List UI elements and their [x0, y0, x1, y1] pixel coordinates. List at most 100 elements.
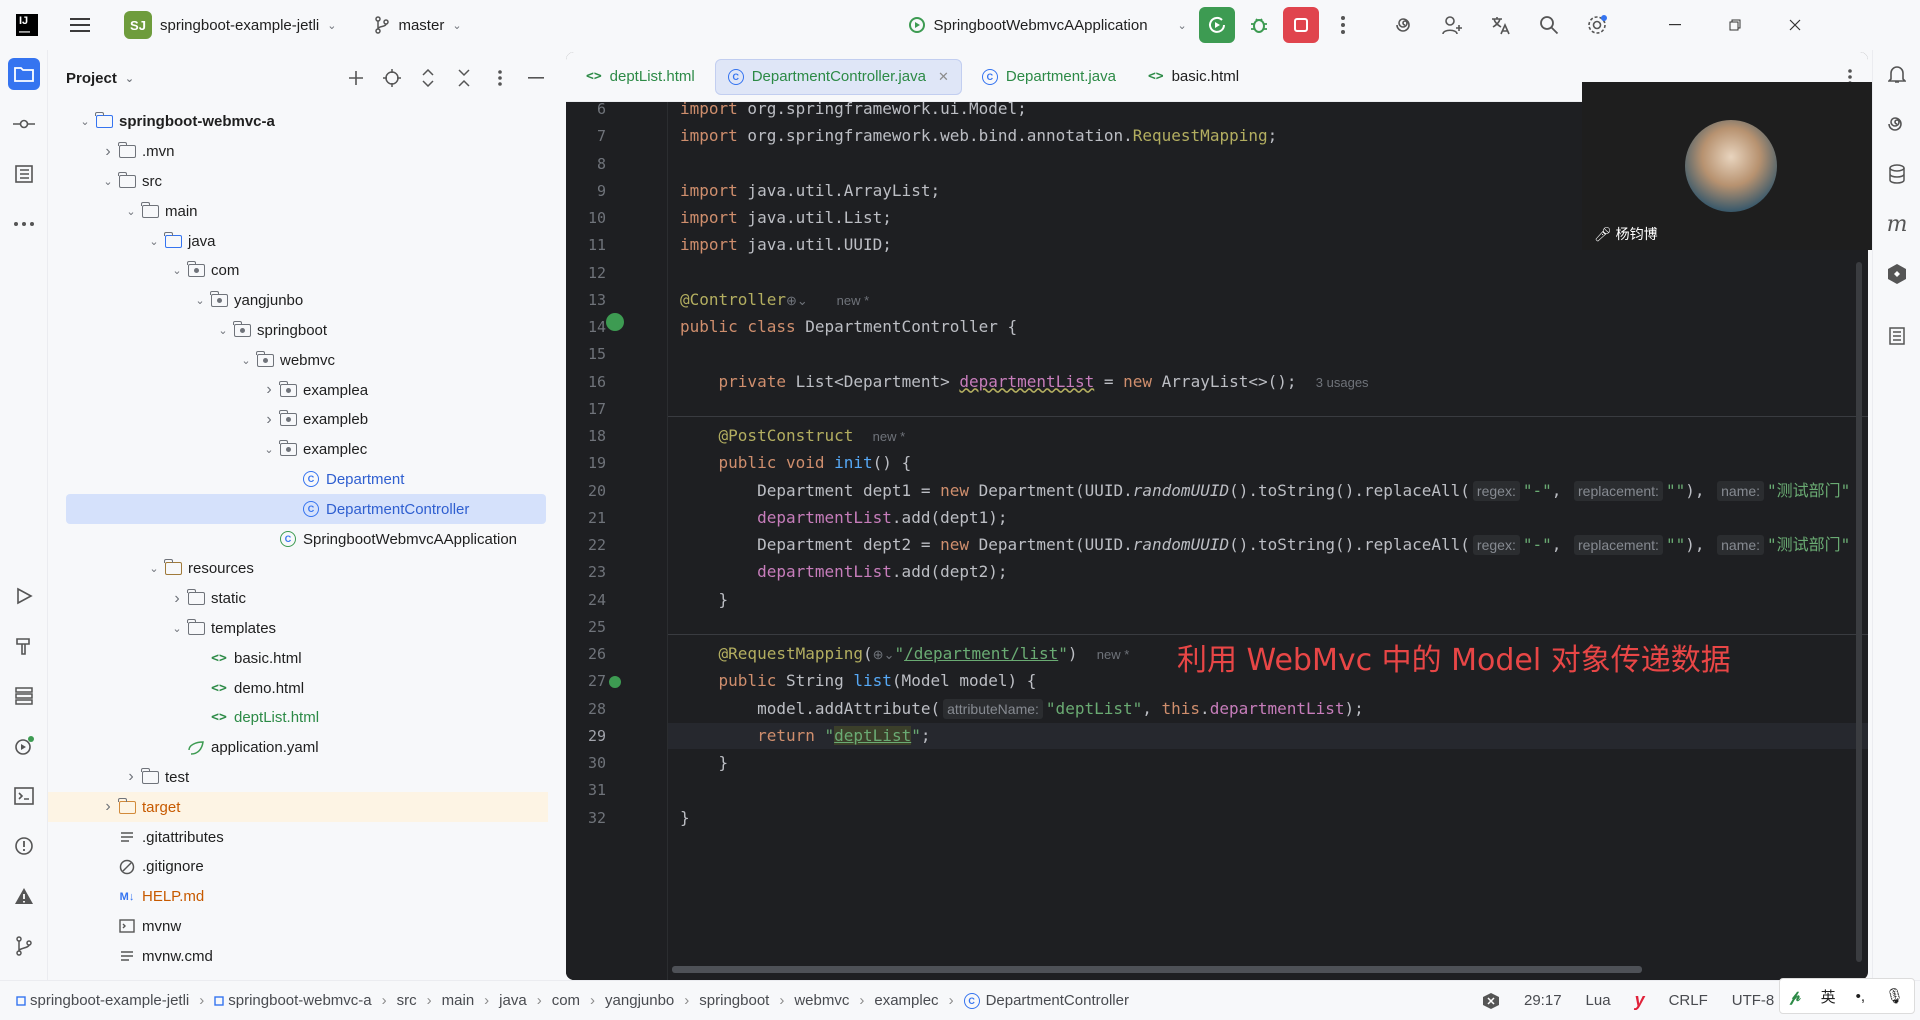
code-line[interactable]: departmentList.add(dept1);	[680, 505, 1868, 531]
structure-tool-button[interactable]	[8, 158, 40, 190]
spring-bean-gutter-icon[interactable]	[606, 313, 624, 331]
breadcrumb-item[interactable]: main	[442, 992, 475, 1009]
breadcrumb-item[interactable]: springboot-webmvc-a	[228, 992, 371, 1009]
chevron-down-icon[interactable]: ⌄	[125, 72, 134, 85]
chevron-down-icon[interactable]: ⌄	[145, 562, 163, 575]
add-user-button[interactable]	[1435, 7, 1471, 43]
chevron-down-icon[interactable]: ⌄	[145, 235, 163, 248]
project-switcher[interactable]: SJ springboot-example-jetli ⌄	[116, 7, 344, 43]
tree-item[interactable]: ⌄ src	[48, 167, 548, 197]
tree-item[interactable]: ⌄ com	[48, 256, 548, 286]
select-opened-file-button[interactable]	[378, 64, 406, 92]
close-window-button[interactable]	[1765, 0, 1825, 50]
tree-item[interactable]: <> basic.html	[48, 643, 548, 673]
profiler-tool-button[interactable]	[8, 730, 40, 762]
ai-assistant-button[interactable]	[1387, 7, 1423, 43]
code-line[interactable]: Department dept1 = new Department(UUID.r…	[680, 478, 1868, 504]
chevron-right-icon[interactable]: ›	[99, 143, 117, 161]
main-menu-icon[interactable]	[62, 7, 98, 43]
code-line[interactable]: return "deptList";	[680, 723, 1868, 749]
chevron-down-icon[interactable]: ⌄	[260, 443, 278, 456]
more-actions-button[interactable]	[1325, 7, 1361, 43]
chevron-down-icon[interactable]: ⌄	[191, 294, 209, 307]
project-panel-title[interactable]: Project	[66, 70, 117, 87]
tree-item[interactable]: ⌄ springboot	[48, 316, 548, 346]
plugin-button[interactable]	[1881, 258, 1913, 290]
y-plugin-icon[interactable]: y	[1635, 990, 1645, 1011]
problems-tool-button[interactable]	[8, 830, 40, 862]
code-line[interactable]: Department dept2 = new Department(UUID.r…	[680, 532, 1868, 558]
tree-item[interactable]: ⌄ springboot-webmvc-a	[48, 107, 548, 137]
branch-switcher[interactable]: master ⌄	[366, 7, 469, 43]
tree-item[interactable]: › .mvn	[48, 137, 548, 167]
tree-item[interactable]: ⌄ yangjunbo	[48, 286, 548, 316]
tree-item[interactable]: <> deptList.html	[48, 703, 548, 733]
tree-item[interactable]: ⌄ resources	[48, 554, 548, 584]
search-button[interactable]	[1531, 7, 1567, 43]
file-language[interactable]: Lua	[1586, 992, 1611, 1009]
tree-item[interactable]: › test	[48, 763, 548, 793]
settings-button[interactable]	[1579, 7, 1615, 43]
chevron-right-icon[interactable]: ›	[260, 411, 278, 429]
tree-item[interactable]: application.yaml	[48, 733, 548, 763]
code-line[interactable]: @Controller⊕⌄ new *	[680, 287, 1868, 313]
maximize-button[interactable]	[1705, 0, 1765, 50]
tree-item[interactable]: ⌄ examplec	[48, 435, 548, 465]
chevron-down-icon[interactable]: ⌄	[168, 622, 186, 635]
chevron-down-icon[interactable]: ⌄	[122, 205, 140, 218]
git-tool-button[interactable]	[8, 930, 40, 962]
app-logo-icon[interactable]: IJ —	[16, 14, 38, 38]
editor-tab[interactable]: <> basic.html	[1136, 59, 1251, 95]
code-line[interactable]: }	[680, 750, 1868, 776]
services-tool-button[interactable]	[8, 680, 40, 712]
code-line[interactable]	[680, 341, 1868, 367]
breadcrumb-item[interactable]: src	[397, 992, 417, 1009]
ai-chat-button[interactable]	[1881, 108, 1913, 140]
code-line[interactable]: departmentList.add(dept2);	[680, 559, 1868, 585]
debug-button[interactable]	[1241, 7, 1277, 43]
code-line[interactable]: model.addAttribute(attributeName: "deptLi…	[680, 696, 1868, 722]
new-file-button[interactable]	[342, 64, 370, 92]
file-encoding[interactable]: UTF-8	[1732, 992, 1775, 1009]
translate-button[interactable]	[1483, 7, 1519, 43]
code-line[interactable]	[680, 777, 1868, 803]
panel-options-button[interactable]	[486, 64, 514, 92]
spring-mapping-gutter-icon[interactable]	[606, 673, 624, 691]
endpoints-button[interactable]	[1881, 320, 1913, 352]
breadcrumb-item[interactable]: java	[499, 992, 527, 1009]
tree-item[interactable]: mvnw	[48, 912, 548, 942]
chevron-down-icon[interactable]: ⌄	[214, 324, 232, 337]
more-tools-button[interactable]	[8, 208, 40, 240]
breadcrumb-item[interactable]: springboot-example-jetli	[30, 992, 189, 1009]
code-line[interactable]: public class DepartmentController {	[680, 314, 1868, 340]
breadcrumb-item[interactable]: DepartmentController	[986, 992, 1129, 1009]
close-tab-icon[interactable]: ✕	[938, 69, 949, 85]
breadcrumb-item[interactable]: examplec	[874, 992, 938, 1009]
tree-item[interactable]: C Department	[48, 465, 548, 495]
notifications-button[interactable]	[1881, 58, 1913, 90]
chevron-down-icon[interactable]: ⌄	[237, 354, 255, 367]
tree-item[interactable]: › target	[48, 792, 548, 823]
tree-item[interactable]: › exampleb	[48, 405, 548, 435]
tree-item[interactable]: mvnw.cmd	[48, 941, 548, 971]
run-tool-button[interactable]	[8, 580, 40, 612]
terminal-tool-button[interactable]	[8, 780, 40, 812]
project-tool-button[interactable]	[8, 58, 40, 90]
tree-item[interactable]: › examplea	[48, 375, 548, 405]
rerun-button[interactable]	[1198, 7, 1235, 43]
editor-vertical-scrollbar[interactable]	[1856, 262, 1862, 962]
chevron-down-icon[interactable]: ⌄	[76, 115, 94, 128]
tree-item[interactable]: › static	[48, 584, 548, 614]
chevron-right-icon[interactable]: ›	[260, 381, 278, 399]
ime-language[interactable]: 英	[1821, 986, 1836, 1007]
tree-item[interactable]: ⌄ main	[48, 196, 548, 226]
ime-punctuation[interactable]: •,	[1856, 988, 1865, 1005]
ime-logo-icon[interactable]: 𝓅	[1790, 988, 1801, 1005]
build-tool-button[interactable]	[8, 630, 40, 662]
collapse-all-button[interactable]	[450, 64, 478, 92]
caret-position[interactable]: 29:17	[1524, 992, 1562, 1009]
chevron-right-icon[interactable]: ›	[122, 768, 140, 786]
editor-tab[interactable]: <> deptList.html	[574, 59, 707, 95]
breadcrumb-item[interactable]: webmvc	[794, 992, 849, 1009]
chevron-down-icon[interactable]: ⌄	[168, 264, 186, 277]
